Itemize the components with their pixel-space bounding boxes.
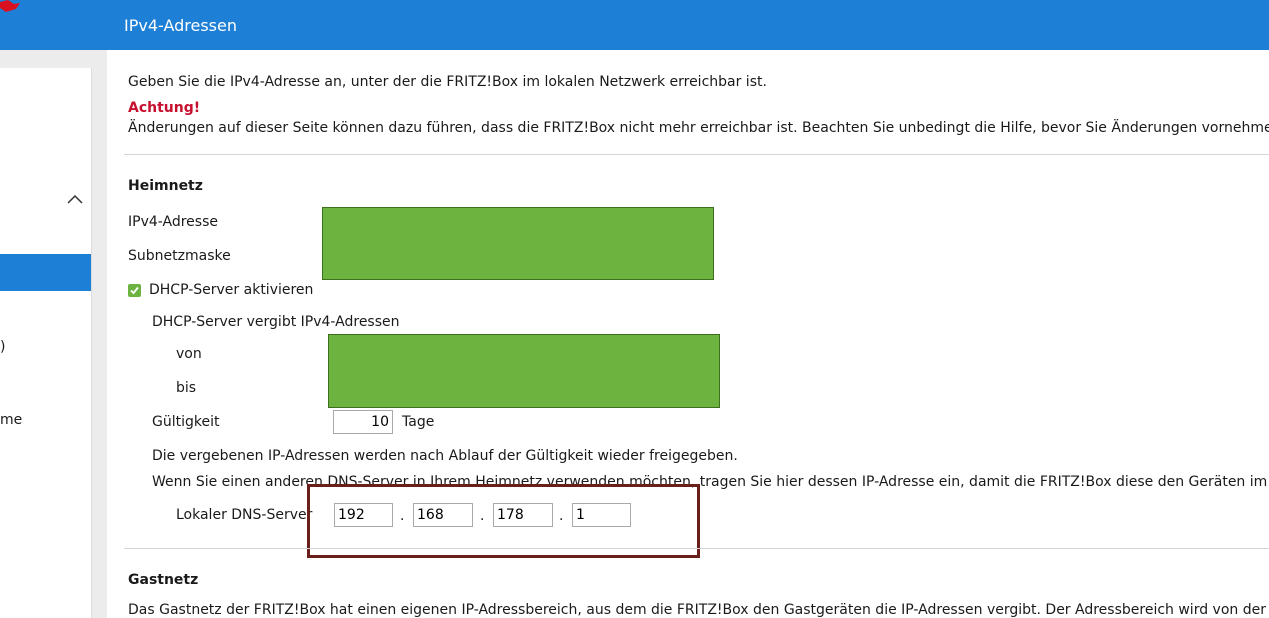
dns-dot: . (559, 508, 564, 524)
validity-label: Gültigkeit (152, 414, 220, 430)
dns-octet-1-input[interactable] (334, 503, 393, 527)
dns-server-label: Lokaler DNS-Server (176, 507, 313, 523)
gastnetz-text: Das Gastnetz der FRITZ!Box hat einen eig… (128, 602, 1269, 618)
bis-label: bis (176, 380, 197, 396)
subnet-label: Subnetzmaske (128, 248, 231, 264)
content-panel: Geben Sie die IPv4-Adresse an, unter der… (107, 50, 1269, 618)
fritz-logo-icon (0, 0, 20, 12)
checkmark-icon (130, 286, 139, 295)
dns-dot: . (480, 508, 485, 524)
sidebar-item-active[interactable] (0, 254, 91, 291)
dns-note: Wenn Sie einen anderen DNS-Server in Ihr… (152, 474, 1269, 490)
validity-unit: Tage (402, 414, 435, 430)
dhcp-range-label: DHCP-Server vergibt IPv4-Adressen (152, 314, 400, 330)
page-title: IPv4-Adressen (124, 15, 237, 35)
divider (124, 154, 1269, 155)
warning-title: Achtung! (128, 100, 201, 116)
divider (124, 548, 1269, 549)
von-label: von (176, 346, 202, 362)
dhcp-checkbox[interactable] (128, 284, 141, 297)
dns-dot: . (400, 508, 405, 524)
warning-text: Änderungen auf dieser Seite können dazu … (128, 120, 1269, 136)
dns-octet-2-input[interactable] (413, 503, 473, 527)
page-title-bar: IPv4-Adressen (107, 0, 1269, 50)
redacted-dhcp-range-fields (328, 334, 720, 408)
dhcp-checkbox-label[interactable]: DHCP-Server aktivieren (149, 282, 313, 298)
section-title-gastnetz: Gastnetz (128, 572, 199, 588)
dns-octet-4-input[interactable] (572, 503, 631, 527)
release-note: Die vergebenen IP-Adressen werden nach A… (152, 448, 738, 464)
sidebar-item-fragment[interactable]: ) (0, 339, 5, 355)
chevron-up-icon[interactable] (66, 192, 84, 206)
sidebar-item-fragment[interactable]: me (0, 412, 22, 428)
validity-input[interactable] (333, 410, 393, 434)
ipv4-label: IPv4-Adresse (128, 214, 218, 230)
sidebar: ) me (0, 68, 92, 618)
redacted-ip-fields (322, 207, 714, 280)
intro-text: Geben Sie die IPv4-Adresse an, unter der… (128, 74, 767, 90)
topbar-left (0, 0, 107, 50)
section-title-heimnetz: Heimnetz (128, 178, 203, 194)
dns-octet-3-input[interactable] (493, 503, 553, 527)
